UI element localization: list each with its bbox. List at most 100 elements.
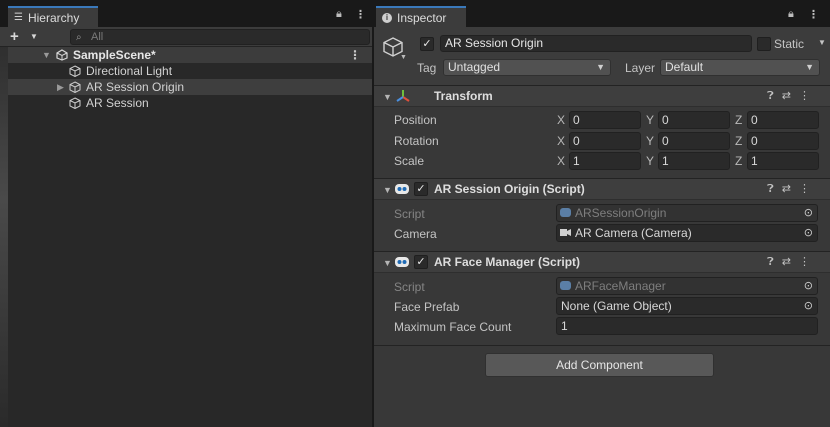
hierarchy-body: + ▼ ⌕ All ▼ SampleScene* ⋮ Directional Li… [0,27,372,427]
unity-scene-icon [56,49,68,61]
face-manager-header[interactable]: ▼ ✓ AR Face Manager (Script) ❓︎⇄⋮ [374,251,830,273]
expand-arrow-icon[interactable]: ▶ [57,79,64,95]
tab-hierarchy[interactable]: ☰ Hierarchy [8,6,98,27]
component-controls: ❓︎⇄⋮ [767,255,818,269]
help-icon[interactable]: ❓︎ [767,90,782,102]
scale-z-field[interactable]: 1 [747,152,819,170]
transform-axes-icon [396,90,410,102]
layer-dropdown[interactable]: Default ▼ [660,59,820,76]
tab-hierarchy-label: Hierarchy [27,10,80,25]
fold-arrow-icon[interactable]: ▼ [383,185,392,195]
fold-arrow-icon[interactable]: ▼ [383,258,392,268]
inspector-body: ▼ ✓ AR Session Origin Static ▼ Tag Untag… [374,27,830,427]
script-icon [560,208,571,217]
tab-menu-kebab-icon[interactable]: ⋮ [355,8,366,21]
hierarchy-item-label: AR Session Origin [86,80,185,94]
script-icon [560,281,571,290]
script-label: Script [394,207,425,221]
layer-label: Layer [625,61,656,75]
tab-inspector[interactable]: i Inspector [376,6,466,27]
face-prefab-field[interactable]: None (Game Object) ⊙ [556,297,818,315]
rotation-z-field[interactable]: 0 [747,132,819,150]
lock-icon[interactable]: 🔒︎ [788,8,794,21]
rotation-label: Rotation [394,134,439,148]
max-face-count-field[interactable]: 1 [556,317,818,335]
script-value: ARSessionOrigin [575,206,667,220]
camera-field[interactable]: AR Camera (Camera) ⊙ [556,224,818,242]
static-label: Static [774,37,805,51]
static-dropdown-arrow-icon[interactable]: ▼ [818,38,826,47]
lock-icon[interactable]: 🔒︎ [336,8,342,21]
rotation-x-field[interactable]: 0 [569,132,641,150]
search-icon: ⌕ [76,32,82,43]
layer-value: Default [665,60,704,74]
static-checkbox[interactable] [757,37,771,51]
component-menu-kebab-icon[interactable]: ⋮ [799,256,818,268]
gameobject-cube-icon [69,81,81,93]
axis-x-label: X [557,134,566,148]
help-icon[interactable]: ❓︎ [767,183,782,195]
scale-y-field[interactable]: 1 [658,152,730,170]
scene-row[interactable]: ▼ SampleScene* ⋮ [8,47,372,63]
preset-icon[interactable]: ⇄ [782,256,799,268]
session-origin-title: AR Session Origin (Script) [434,182,585,196]
expand-arrow-icon[interactable]: ▼ [42,47,51,63]
tab-inspector-label: Inspector [397,10,447,25]
fold-arrow-icon[interactable]: ▼ [383,92,392,102]
object-name: AR Session Origin [445,36,544,50]
script-component-icon [395,257,409,267]
info-icon: i [382,12,392,23]
component-menu-kebab-icon[interactable]: ⋮ [799,183,818,195]
transform-header[interactable]: ▼ Transform ❓︎⇄⋮ [374,85,830,107]
axis-x-label: X [557,154,566,168]
chevron-down-icon: ▼ [30,32,38,41]
plus-icon: + [10,28,19,45]
max-face-count-label: Maximum Face Count [394,320,512,334]
hierarchy-item[interactable]: AR Session [8,95,372,111]
rotation-y-field[interactable]: 0 [658,132,730,150]
hierarchy-item-selected[interactable]: ▶ AR Session Origin [8,79,372,95]
session-origin-script-field: ARSessionOrigin ⊙ [556,204,818,222]
component-menu-kebab-icon[interactable]: ⋮ [799,90,818,102]
axis-z-label: Z [735,134,743,148]
component-controls: ❓︎⇄⋮ [767,89,818,103]
hierarchy-toolbar: + ▼ ⌕ All [0,27,372,47]
session-origin-enabled-checkbox[interactable]: ✓ [414,182,428,196]
tag-dropdown[interactable]: Untagged ▼ [443,59,611,76]
hierarchy-panel: ☰ Hierarchy 🔒︎ ⋮ + ▼ ⌕ All ▼ SampleScene*… [0,0,372,427]
position-x-field[interactable]: 0 [569,111,641,129]
hierarchy-item[interactable]: Directional Light [8,63,372,79]
divider [374,345,830,346]
preset-icon[interactable]: ⇄ [782,183,799,195]
add-component-button[interactable]: Add Component [485,353,714,377]
face-manager-script-field: ARFaceManager ⊙ [556,277,818,295]
script-component-icon [395,184,409,194]
inspector-panel: i Inspector 🔒︎ ⋮ ▼ ✓ AR Session Origin S… [372,0,830,427]
preset-icon[interactable]: ⇄ [782,90,799,102]
search-input[interactable]: ⌕ All [70,29,370,45]
face-manager-title: AR Face Manager (Script) [434,255,581,269]
object-picker-icon: ⊙ [803,207,813,219]
object-picker-icon: ⊙ [803,280,813,292]
inspector-tabbar: i Inspector 🔒︎ ⋮ [374,0,830,27]
session-origin-header[interactable]: ▼ ✓ AR Session Origin (Script) ❓︎⇄⋮ [374,178,830,200]
help-icon[interactable]: ❓︎ [767,256,782,268]
face-prefab-value: None (Game Object) [561,299,672,313]
icon-dropdown-arrow-icon[interactable]: ▼ [400,54,407,61]
object-picker-icon[interactable]: ⊙ [804,225,813,241]
tab-menu-kebab-icon[interactable]: ⋮ [808,8,819,21]
object-name-field[interactable]: AR Session Origin [440,35,752,52]
component-controls: ❓︎⇄⋮ [767,182,818,196]
object-picker-icon[interactable]: ⊙ [804,298,813,314]
axis-z-label: Z [735,113,743,127]
active-checkbox[interactable]: ✓ [420,37,434,51]
gameobject-cube-icon [69,65,81,77]
face-manager-enabled-checkbox[interactable]: ✓ [414,255,428,269]
position-y-field[interactable]: 0 [658,111,730,129]
position-z-field[interactable]: 0 [747,111,819,129]
list-icon: ☰ [14,12,23,23]
create-button[interactable]: + ▼ [10,27,44,47]
scale-label: Scale [394,154,425,168]
scale-x-field[interactable]: 1 [569,152,641,170]
scene-menu-kebab-icon[interactable]: ⋮ [349,47,361,63]
